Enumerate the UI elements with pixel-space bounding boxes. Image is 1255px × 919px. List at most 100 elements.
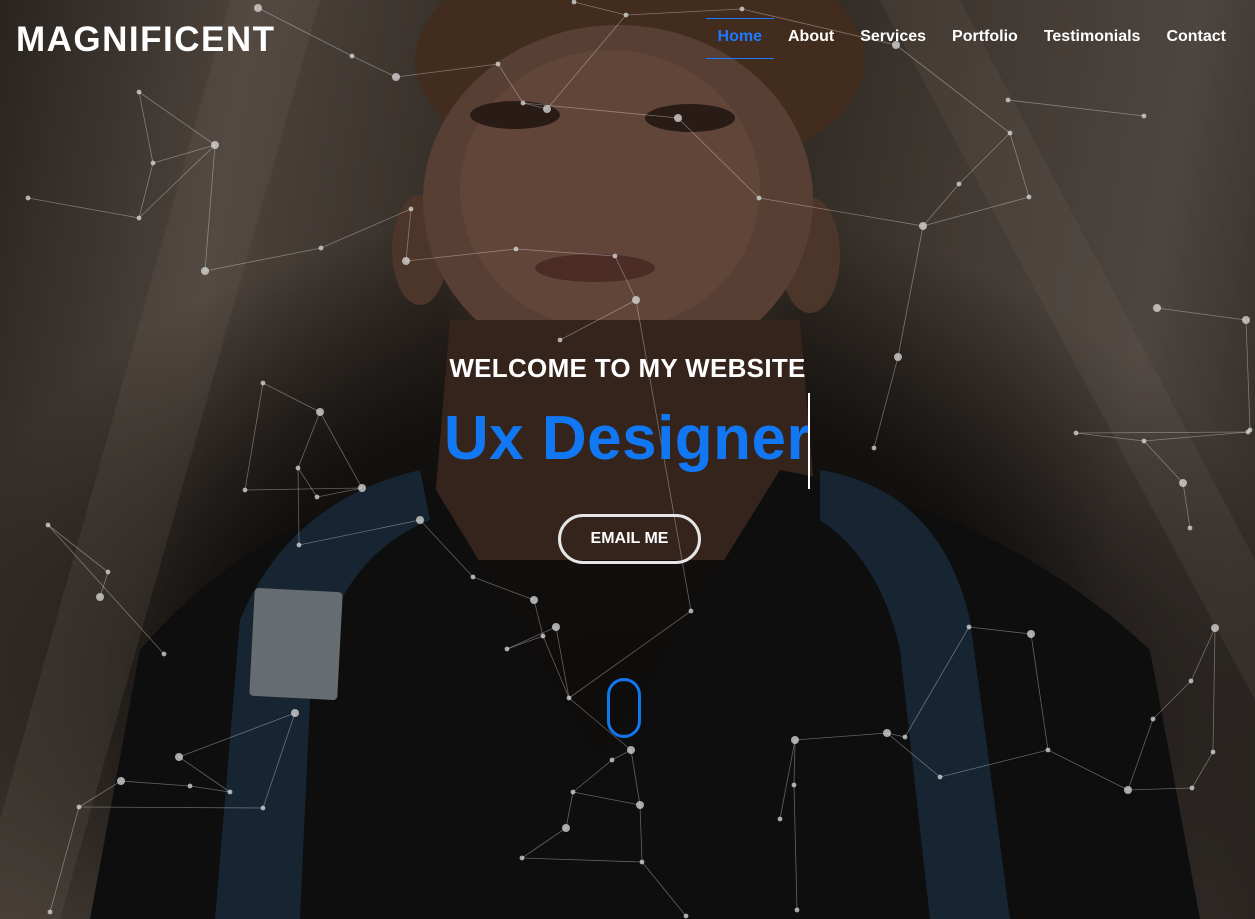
network-node — [566, 695, 572, 701]
network-node — [318, 245, 324, 251]
network-link — [521, 827, 567, 859]
nav-item-about[interactable]: About — [775, 18, 847, 56]
network-link — [47, 524, 165, 655]
network-node — [416, 516, 424, 524]
network-node — [636, 801, 644, 809]
network-link — [922, 183, 960, 227]
network-node — [136, 215, 142, 221]
network-node — [543, 105, 551, 113]
email-me-button[interactable]: EMAIL ME — [558, 514, 701, 564]
network-node — [175, 753, 183, 761]
mouse-scroll-icon[interactable] — [607, 678, 641, 738]
network-link — [506, 635, 544, 650]
network-node — [683, 913, 689, 919]
network-node — [136, 89, 142, 95]
network-node — [408, 206, 414, 212]
network-node — [291, 709, 299, 717]
network-link — [405, 248, 517, 262]
network-node — [777, 816, 783, 822]
network-link — [542, 635, 570, 699]
network-link — [794, 732, 888, 741]
network-node — [519, 855, 525, 861]
network-link — [904, 626, 970, 738]
network-node — [937, 774, 943, 780]
network-link — [641, 861, 687, 917]
network-link — [204, 247, 322, 272]
network-node — [794, 907, 800, 913]
network-node — [1189, 785, 1195, 791]
network-node — [1188, 678, 1194, 684]
network-node — [552, 623, 560, 631]
network-node — [1179, 479, 1187, 487]
network-link — [1030, 633, 1049, 751]
network-link — [262, 712, 296, 809]
network-node — [296, 542, 302, 548]
network-link — [138, 162, 154, 219]
network-node — [562, 824, 570, 832]
network-node — [470, 574, 476, 580]
network-link — [886, 732, 941, 778]
network-link — [1009, 132, 1030, 198]
network-node — [1045, 747, 1051, 753]
network-node — [1124, 786, 1132, 794]
network-link — [559, 299, 637, 341]
network-link — [189, 785, 231, 793]
network-node — [314, 494, 320, 500]
nav-item-home[interactable]: Home — [705, 18, 775, 59]
network-link — [1212, 627, 1216, 753]
network-node — [570, 789, 576, 795]
network-link — [614, 255, 637, 301]
network-link — [1127, 787, 1193, 791]
network-link — [630, 749, 641, 806]
network-node — [639, 859, 645, 865]
network-link — [506, 626, 557, 650]
network-node — [1026, 194, 1032, 200]
nav-item-testimonials[interactable]: Testimonials — [1031, 18, 1154, 56]
network-node — [76, 804, 82, 810]
network-node — [161, 651, 167, 657]
network-link — [244, 487, 363, 491]
network-link — [1152, 680, 1192, 720]
network-node — [117, 777, 125, 785]
network-node — [358, 484, 366, 492]
network-node — [96, 593, 104, 601]
nav-item-services[interactable]: Services — [847, 18, 939, 56]
site-logo[interactable]: MAGNIFICENT — [16, 20, 276, 60]
network-node — [956, 181, 962, 187]
nav-item-portfolio[interactable]: Portfolio — [939, 18, 1031, 56]
network-link — [521, 857, 643, 863]
network-link — [405, 208, 412, 262]
network-link — [555, 626, 570, 699]
network-link — [120, 780, 191, 787]
site-header: MAGNIFICENT Home About Services Portfoli… — [0, 0, 1255, 78]
network-link — [793, 784, 798, 911]
network-node — [902, 734, 908, 740]
nav-item-contact[interactable]: Contact — [1153, 18, 1239, 56]
network-node — [612, 253, 618, 259]
network-node — [1187, 525, 1193, 531]
network-node — [966, 624, 972, 630]
network-link — [1156, 307, 1247, 321]
network-link — [565, 791, 574, 829]
typed-role-container: Ux Designer — [0, 402, 1255, 476]
network-node — [45, 522, 51, 528]
network-node — [25, 195, 31, 201]
network-node — [242, 487, 248, 493]
network-link — [1007, 99, 1145, 117]
network-link — [78, 780, 122, 808]
network-link — [320, 208, 412, 249]
network-node — [201, 267, 209, 275]
network-link — [779, 739, 796, 820]
network-node — [1007, 130, 1013, 136]
network-link — [78, 806, 264, 809]
network-link — [1190, 627, 1216, 682]
network-node — [883, 729, 891, 737]
network-node — [504, 646, 510, 652]
network-link — [639, 804, 643, 863]
main-navigation: Home About Services Portfolio Testimonia… — [705, 18, 1239, 59]
network-node — [674, 114, 682, 122]
network-link — [419, 519, 474, 578]
network-link — [515, 248, 616, 257]
network-node — [557, 337, 563, 343]
network-link — [316, 487, 363, 498]
